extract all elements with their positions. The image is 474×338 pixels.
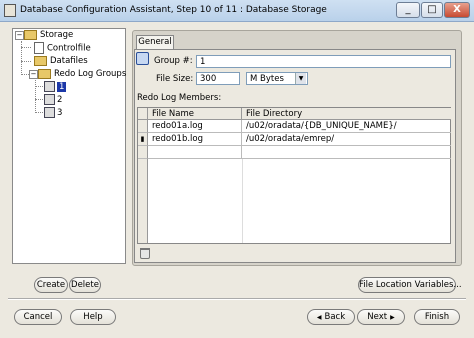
table-cell-file-name[interactable]: redo01b.log xyxy=(148,133,242,146)
tree-item-label: 1 xyxy=(57,82,67,92)
tree-item-group-1[interactable]: 1 xyxy=(44,81,67,93)
table-cell-directory[interactable]: /u02/oradata/emrep/ xyxy=(242,133,451,146)
column-divider xyxy=(242,159,243,243)
column-header-file-directory[interactable]: File Directory xyxy=(242,108,451,120)
separator xyxy=(8,298,466,300)
maximize-button[interactable]: □ xyxy=(421,2,443,18)
group-number-field[interactable]: 1 xyxy=(196,55,451,68)
tree-item-label: 3 xyxy=(57,108,63,118)
tree-item-label: 2 xyxy=(57,95,63,105)
delete-button[interactable]: Delete xyxy=(69,277,101,293)
folder-icon xyxy=(24,29,37,40)
app-icon xyxy=(4,4,16,17)
redo-members-table[interactable]: File Name File Directory redo01a.log /u0… xyxy=(137,107,451,244)
row-marker[interactable]: ▮ xyxy=(138,133,148,146)
tab-general[interactable]: General xyxy=(136,35,174,49)
table-cell-directory[interactable]: /u02/oradata/{DB_UNIQUE_NAME}/ xyxy=(242,120,451,133)
minimize-button[interactable]: _ xyxy=(396,2,420,18)
redo-log-icon xyxy=(44,94,55,105)
back-button-label: Back xyxy=(324,312,346,322)
tree-item-storage[interactable]: Storage xyxy=(24,29,73,41)
tree-item-label: Storage xyxy=(40,30,74,40)
group-label: Group #: xyxy=(154,56,193,66)
back-arrow-icon: ◀ xyxy=(316,314,322,321)
row-header-corner xyxy=(138,108,148,120)
tree-item-group-2[interactable]: 2 xyxy=(44,94,62,106)
next-button[interactable]: Next ▶ xyxy=(357,309,405,325)
members-label: Redo Log Members: xyxy=(137,93,222,103)
unit-select[interactable]: M Bytes ▼ xyxy=(246,72,308,85)
tree-item-redo-log-groups[interactable]: Redo Log Groups xyxy=(38,68,126,80)
table-cell-file-name[interactable]: redo01a.log xyxy=(148,120,242,133)
redo-log-icon xyxy=(44,107,55,118)
next-button-label: Next xyxy=(367,312,388,322)
tree-item-controlfile[interactable]: Controlfile xyxy=(34,42,91,54)
tree-item-label: Datafiles xyxy=(50,56,88,66)
unit-select-value: M Bytes xyxy=(250,74,284,84)
row-header-filler xyxy=(138,159,148,243)
redo-log-icon xyxy=(44,81,55,92)
finish-button[interactable]: Finish xyxy=(414,309,460,325)
tree-item-datafiles[interactable]: Datafiles xyxy=(34,55,88,67)
file-size-field[interactable]: 300 xyxy=(196,72,240,85)
tree-item-label: Controlfile xyxy=(47,43,91,54)
row-marker[interactable] xyxy=(138,120,148,133)
document-icon xyxy=(34,42,44,54)
table-cell-directory[interactable] xyxy=(242,146,451,159)
expander-redo-log-groups[interactable]: − xyxy=(29,70,38,79)
window-title: Database Configuration Assistant, Step 1… xyxy=(20,5,327,15)
row-marker[interactable] xyxy=(138,146,148,159)
title-bar[interactable]: Database Configuration Assistant, Step 1… xyxy=(0,0,474,22)
file-location-variables-button[interactable]: File Location Variables... xyxy=(358,277,462,293)
close-button[interactable]: X xyxy=(444,2,470,18)
file-size-label: File Size: xyxy=(156,74,194,84)
splitter-handle[interactable] xyxy=(127,28,130,264)
next-arrow-icon: ▶ xyxy=(390,314,395,321)
redo-group-icon xyxy=(136,52,149,65)
cancel-button[interactable]: Cancel xyxy=(14,309,62,325)
tree-item-group-3[interactable]: 3 xyxy=(44,107,62,119)
table-cell-file-name[interactable] xyxy=(148,146,242,159)
back-button[interactable]: ◀ Back xyxy=(307,309,355,325)
chevron-down-icon[interactable]: ▼ xyxy=(295,73,306,84)
tree-item-label: Redo Log Groups xyxy=(54,69,127,79)
storage-tree[interactable]: − − Storage Controlfile Datafiles Redo L… xyxy=(12,28,126,264)
create-button[interactable]: Create xyxy=(34,277,68,293)
expander-storage[interactable]: − xyxy=(15,31,24,40)
folder-icon xyxy=(38,68,51,79)
column-header-file-name[interactable]: File Name xyxy=(148,108,242,120)
trash-icon[interactable] xyxy=(140,248,150,259)
help-button[interactable]: Help xyxy=(70,309,116,325)
folder-icon xyxy=(34,55,47,66)
